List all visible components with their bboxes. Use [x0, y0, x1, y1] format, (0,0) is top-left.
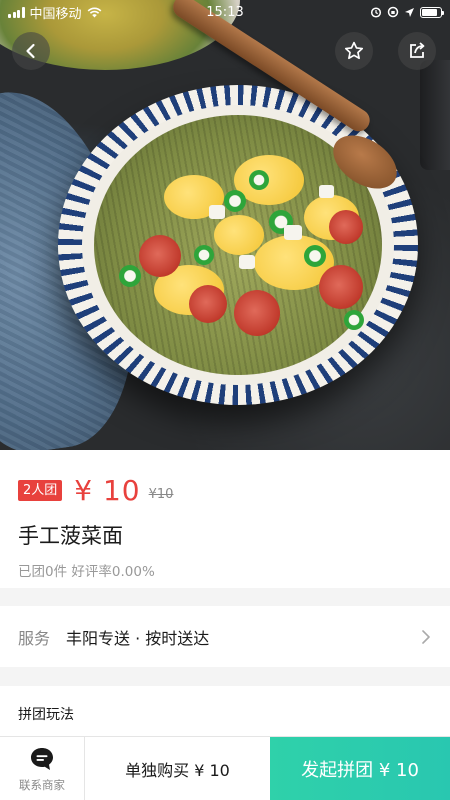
chat-bubble-icon [31, 748, 53, 770]
favorite-button[interactable] [335, 32, 373, 70]
product-info: 2人团 ¥ 10 ¥10 手工菠菜面 已团0件 好评率0.00% [0, 450, 450, 588]
product-title: 手工菠菜面 [18, 524, 123, 548]
buy-alone-button[interactable]: 单独购买 ¥ 10 [85, 737, 270, 800]
original-price: ¥10 [148, 486, 174, 502]
chevron-right-icon [422, 629, 430, 644]
start-group-buy-button[interactable]: 发起拼团 ¥ 10 [270, 737, 450, 800]
group-rules-title: 拼团玩法 [18, 707, 74, 723]
share-button[interactable] [398, 32, 436, 70]
contact-merchant-label: 联系商家 [19, 778, 65, 792]
clock: 15:13 [206, 4, 244, 20]
group-size-badge: 2人团 [18, 479, 63, 501]
noodle-bowl [58, 85, 418, 405]
chevron-left-icon [26, 43, 35, 59]
bottom-action-bar: 联系商家 单独购买 ¥ 10 发起拼团 ¥ 10 [0, 736, 450, 800]
group-rules-section: 拼团玩法 [0, 686, 450, 736]
dark-cup [420, 60, 450, 170]
star-icon [344, 41, 364, 60]
contact-merchant-button[interactable]: 联系商家 [0, 737, 85, 800]
sales-stats: 已团0件 好评率0.00% [18, 564, 155, 580]
service-row[interactable]: 服务 丰阳专送 · 按时送达 [0, 606, 450, 667]
service-label: 服务 [18, 628, 51, 648]
back-button[interactable] [12, 32, 50, 70]
service-value: 丰阳专送 · 按时送达 [66, 628, 210, 648]
share-icon [410, 42, 425, 58]
product-photo [0, 0, 450, 450]
group-price: ¥ 10 [74, 473, 141, 507]
battery-icon [420, 6, 444, 18]
status-bar: 中国移动 15:13 [0, 0, 450, 24]
